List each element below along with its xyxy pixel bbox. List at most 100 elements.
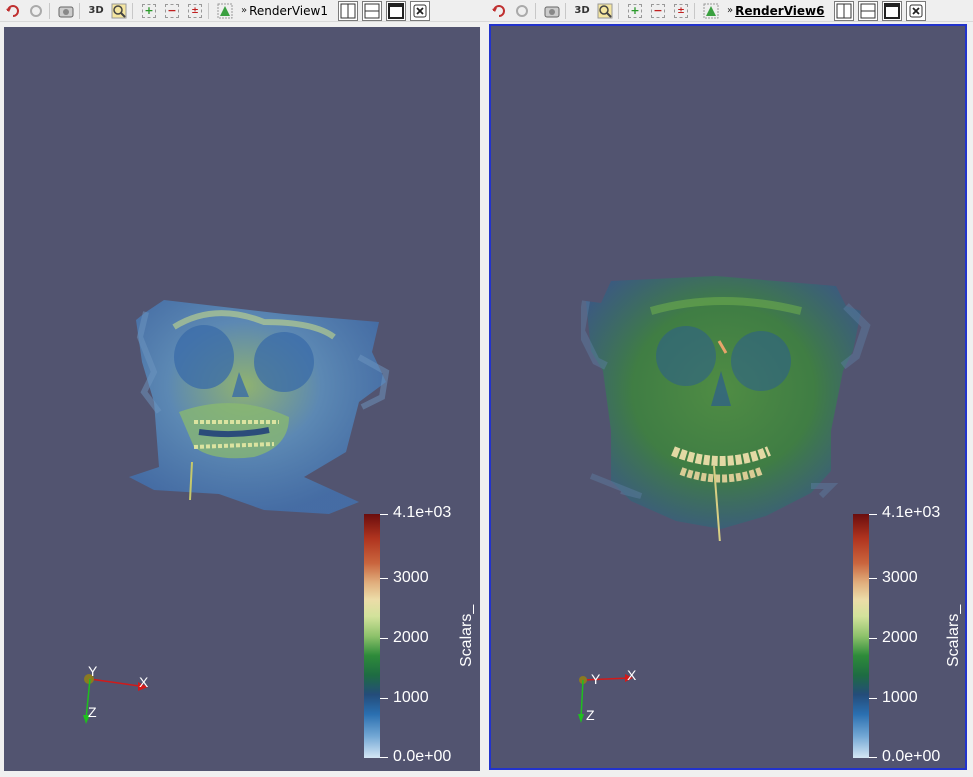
toolbar-separator xyxy=(208,2,209,19)
volume-rendering xyxy=(129,300,390,514)
render-view-6-pane: 3D + − ± » RenderView6 Y X Z 4.1e+03 300… xyxy=(486,0,973,777)
select-block-icon: ± xyxy=(674,3,688,18)
render-viewport[interactable]: Y X Z 4.1e+03 3000 2000 1000 0.0e+00 Sca… xyxy=(4,27,480,771)
select-block-button[interactable]: ± xyxy=(185,2,205,20)
chevron-icon: » xyxy=(241,5,248,16)
zoom-box-icon xyxy=(111,3,127,18)
render-viewport-active[interactable]: Y X Z 4.1e+03 3000 2000 1000 0.0e+00 Sca… xyxy=(489,24,967,770)
axis-y-label: Y xyxy=(591,671,601,687)
legend-tick xyxy=(869,578,877,579)
split-horizontal-button[interactable] xyxy=(834,0,855,21)
legend-label-min: 0.0e+00 xyxy=(393,748,452,765)
maximize-button[interactable] xyxy=(882,0,903,21)
maximize-icon xyxy=(884,2,901,19)
toolbar-separator xyxy=(694,2,695,19)
select-points-on-button[interactable]: − xyxy=(648,2,668,20)
legend-tick xyxy=(380,698,388,699)
legend-label: 3000 xyxy=(882,569,918,586)
select-cells-icon: + xyxy=(628,3,642,18)
color-legend-bar xyxy=(364,514,380,758)
select-cells-on-button[interactable]: + xyxy=(625,2,645,20)
triangle-select-icon xyxy=(217,3,233,18)
legend-label-max: 4.1e+03 xyxy=(393,504,452,521)
view-name-label[interactable]: RenderView1 xyxy=(249,4,328,18)
volume-rendering xyxy=(581,276,871,541)
split-vertical-icon xyxy=(364,3,380,18)
zoom-to-box-button[interactable] xyxy=(109,2,129,20)
render-view-1-pane: 3D + − ± » RenderView1 Y X Z 4.1e+03 300… xyxy=(0,0,486,777)
split-vertical-icon xyxy=(860,3,876,18)
select-cells-icon: + xyxy=(142,3,156,18)
split-vertical-button[interactable] xyxy=(361,0,382,21)
camera-icon xyxy=(58,6,74,17)
legend-label-max: 4.1e+03 xyxy=(882,504,941,521)
toggle-3d-button[interactable]: 3D xyxy=(572,2,592,20)
interactive-select-button[interactable] xyxy=(701,2,721,20)
select-cells-on-button[interactable]: + xyxy=(139,2,159,20)
split-horizontal-icon xyxy=(836,3,852,18)
toolbar-separator xyxy=(618,2,619,19)
redo-camera-icon xyxy=(516,4,528,17)
zoom-box-icon xyxy=(597,3,613,18)
legend-tick xyxy=(869,698,877,699)
axis-z-label: Z xyxy=(88,704,97,720)
select-points-icon: − xyxy=(165,3,179,18)
close-view-button[interactable] xyxy=(906,0,927,21)
close-icon xyxy=(909,4,923,17)
legend-title: Scalars_ xyxy=(458,604,475,667)
orientation-axes xyxy=(578,674,633,723)
legend-tick xyxy=(869,757,877,758)
camera-icon xyxy=(544,6,560,17)
redo-camera-button[interactable] xyxy=(512,2,532,20)
select-points-on-button[interactable]: − xyxy=(162,2,182,20)
interactive-select-button[interactable] xyxy=(215,2,235,20)
toolbar-separator xyxy=(49,2,50,19)
legend-label: 2000 xyxy=(393,629,429,646)
legend-label: 2000 xyxy=(882,629,918,646)
select-points-icon: − xyxy=(651,3,665,18)
toggle-3d-button[interactable]: 3D xyxy=(86,2,106,20)
toolbar-separator xyxy=(535,2,536,19)
triangle-select-icon xyxy=(703,3,719,18)
axis-x-label: X xyxy=(627,667,637,683)
view-name-label[interactable]: RenderView6 xyxy=(735,4,824,18)
legend-label: 1000 xyxy=(393,689,429,706)
capture-screenshot-button[interactable] xyxy=(56,2,76,20)
legend-tick xyxy=(380,514,388,515)
zoom-to-box-button[interactable] xyxy=(595,2,615,20)
legend-label-min: 0.0e+00 xyxy=(882,748,941,765)
close-view-button[interactable] xyxy=(409,0,430,21)
legend-tick xyxy=(380,638,388,639)
legend-tick xyxy=(380,757,388,758)
close-icon xyxy=(413,4,427,17)
legend-label: 3000 xyxy=(393,569,429,586)
capture-screenshot-button[interactable] xyxy=(542,2,562,20)
view-toolbar: 3D + − ± » RenderView6 xyxy=(486,0,973,22)
axis-y-label: Y xyxy=(88,663,98,679)
redo-camera-icon xyxy=(30,4,42,17)
split-horizontal-icon xyxy=(340,3,356,18)
undo-camera-button[interactable] xyxy=(489,2,509,20)
legend-label: 1000 xyxy=(882,689,918,706)
legend-tick xyxy=(869,514,877,515)
axis-x-label: X xyxy=(139,674,149,690)
select-block-button[interactable]: ± xyxy=(671,2,691,20)
redo-camera-button[interactable] xyxy=(26,2,46,20)
undo-camera-icon xyxy=(6,4,19,17)
legend-title: Scalars_ xyxy=(945,604,962,667)
undo-camera-button[interactable] xyxy=(3,2,23,20)
select-block-icon: ± xyxy=(188,3,202,18)
toolbar-separator xyxy=(132,2,133,19)
legend-tick xyxy=(380,578,388,579)
axis-z-label: Z xyxy=(586,707,595,723)
color-legend-bar xyxy=(853,514,869,758)
maximize-button[interactable] xyxy=(385,0,406,21)
chevron-icon: » xyxy=(727,5,734,16)
undo-camera-icon xyxy=(492,4,505,17)
maximize-icon xyxy=(387,2,404,19)
view-toolbar: 3D + − ± » RenderView1 xyxy=(0,0,486,22)
split-horizontal-button[interactable] xyxy=(337,0,358,21)
split-vertical-button[interactable] xyxy=(858,0,879,21)
toolbar-separator xyxy=(79,2,80,19)
legend-tick xyxy=(869,638,877,639)
